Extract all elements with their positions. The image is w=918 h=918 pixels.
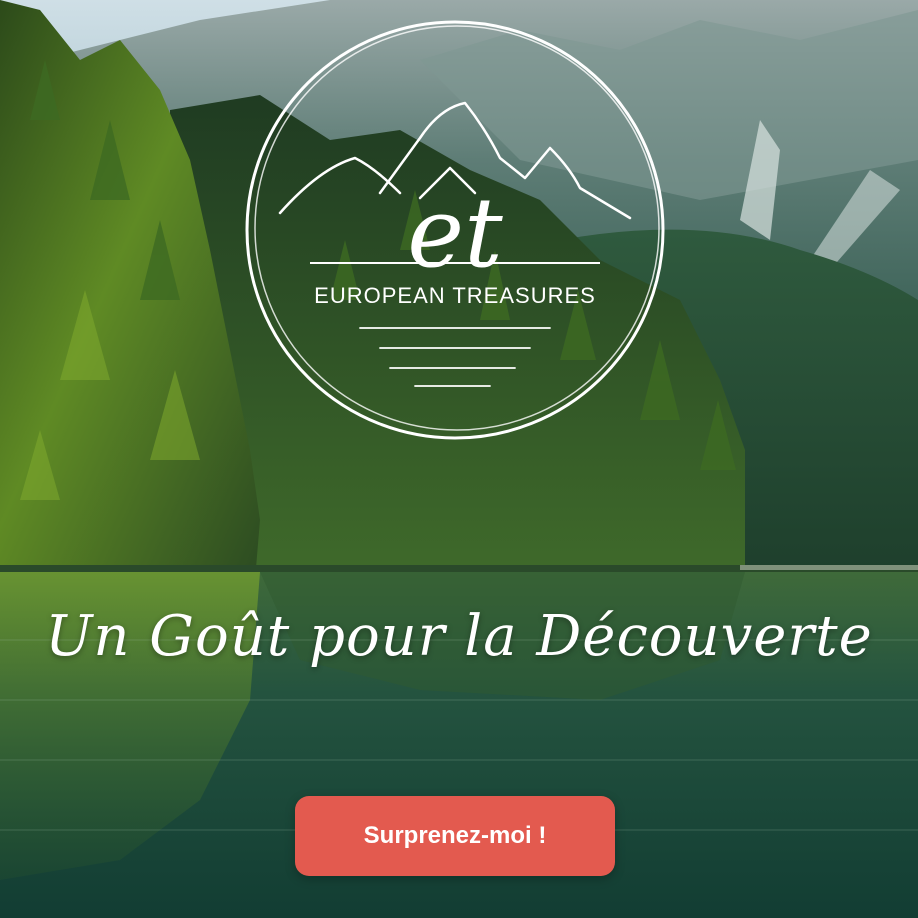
hero-banner: et EUROPEAN TREASURES Un Goût pour la Dé… — [0, 0, 918, 918]
surprise-me-button[interactable]: Surprenez-moi ! — [295, 796, 615, 876]
logo-brand-name: EUROPEAN TREASURES — [314, 283, 596, 308]
logo-monogram: et — [407, 177, 503, 289]
hero-tagline: Un Goût pour la Découverte — [45, 604, 873, 669]
brand-logo: et EUROPEAN TREASURES — [245, 20, 665, 440]
